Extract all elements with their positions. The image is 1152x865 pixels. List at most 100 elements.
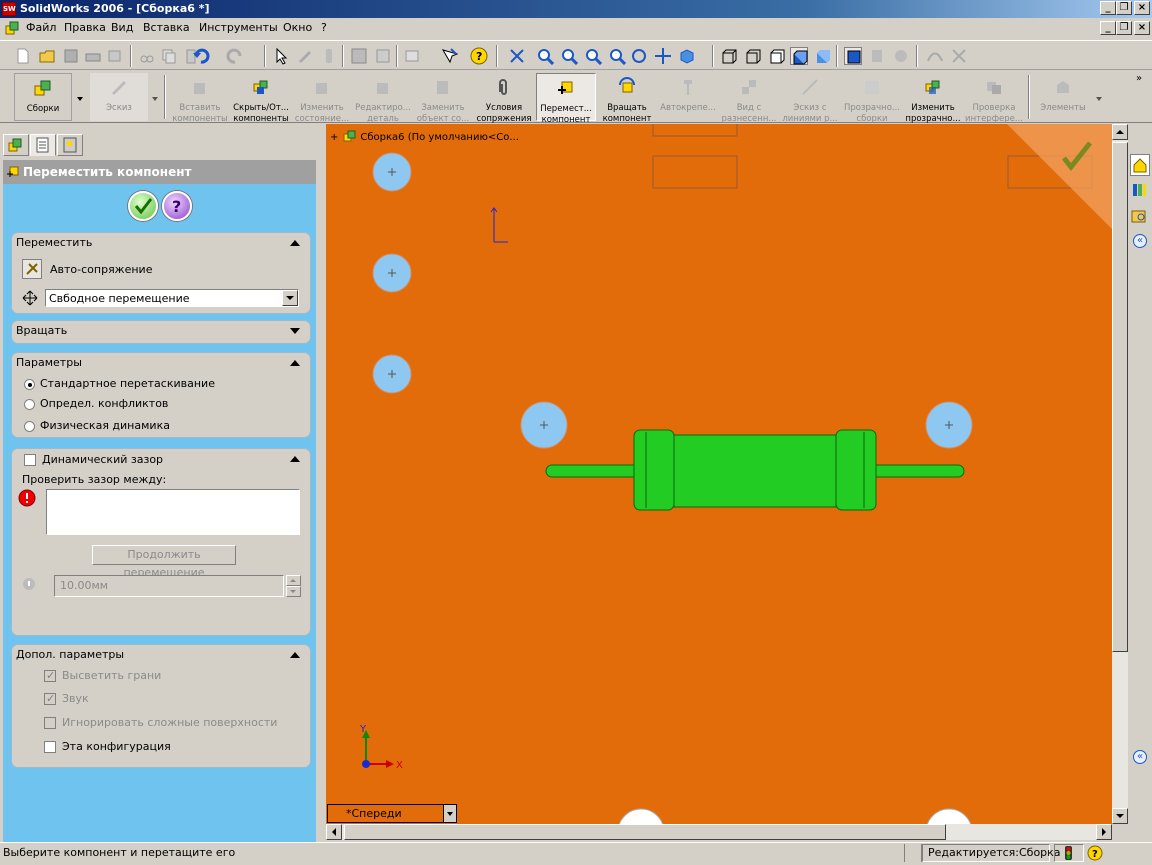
- resistor-component[interactable]: [545, 429, 965, 511]
- help-button[interactable]: ?: [162, 191, 192, 221]
- ignore-complex-surfaces-checkbox[interactable]: [44, 717, 56, 729]
- design-library-icon[interactable]: [1130, 180, 1150, 202]
- expand-rotate-icon[interactable]: [290, 328, 300, 334]
- curves-icon[interactable]: [926, 47, 944, 65]
- menu-window[interactable]: Окно: [283, 21, 312, 34]
- sketch-dropdown-arrow[interactable]: [150, 73, 160, 121]
- mate-reference-icon[interactable]: [950, 47, 968, 65]
- rotate-group[interactable]: Вращать: [11, 320, 311, 344]
- doc-minimize-button[interactable]: _: [1100, 21, 1116, 35]
- menu-insert[interactable]: Вставка: [143, 21, 190, 34]
- rotate-component-button[interactable]: Вращать компонент: [598, 73, 656, 124]
- physical-dynamics-radio[interactable]: [24, 421, 35, 432]
- confirmation-corner[interactable]: [1007, 124, 1112, 229]
- collapse-advanced-icon[interactable]: [290, 652, 300, 658]
- property-manager-tab[interactable]: [30, 134, 56, 156]
- resume-drag-button[interactable]: Продолжить перемещение: [92, 545, 236, 579]
- cut-icon[interactable]: [138, 47, 156, 65]
- horizontal-scrollbar[interactable]: [326, 824, 1112, 840]
- rotate-view-icon[interactable]: [630, 47, 648, 65]
- restore-button[interactable]: ❐: [1116, 1, 1132, 15]
- print-icon[interactable]: [84, 47, 102, 65]
- view-orientation-icon[interactable]: [508, 47, 526, 65]
- expand-task-pane-icon[interactable]: «: [1133, 234, 1147, 248]
- configuration-manager-tab[interactable]: [57, 134, 83, 156]
- graphics-area[interactable]: Y X + Сборка6 (По умолчанию<Со... *Спере…: [326, 124, 1112, 824]
- properties-icon[interactable]: [374, 47, 392, 65]
- collapse-move-icon[interactable]: [290, 240, 300, 246]
- undo-icon[interactable]: [192, 47, 220, 65]
- clearance-components-list[interactable]: [46, 489, 300, 535]
- standard-views-icon[interactable]: [678, 47, 708, 65]
- redo-icon[interactable]: [226, 47, 254, 65]
- select-arrow-icon[interactable]: [272, 47, 290, 65]
- smartmates-button[interactable]: [22, 259, 42, 279]
- sketch-options-icon[interactable]: [404, 47, 434, 65]
- rebuild-icon[interactable]: [296, 47, 314, 65]
- move-component-button[interactable]: Перемест... компонент: [536, 73, 596, 125]
- doc-restore-button[interactable]: ❐: [1116, 21, 1132, 35]
- zoom-in-out-icon[interactable]: [584, 47, 603, 66]
- menu-view[interactable]: Вид: [111, 21, 133, 34]
- explode-line-sketch-button[interactable]: Эскиз с линиями р...: [780, 73, 840, 124]
- assemblies-tab-button[interactable]: Сборки: [14, 73, 72, 121]
- hide-show-components-button[interactable]: Скрыть/От... компоненты: [232, 73, 290, 124]
- help-icon[interactable]: ?: [470, 47, 488, 65]
- chevron-down-icon[interactable]: [282, 290, 298, 306]
- doc-close-button[interactable]: ×: [1134, 21, 1150, 35]
- rebuild-status[interactable]: [1054, 844, 1084, 862]
- assembly-transparency-button[interactable]: Прозрачно... сборки: [842, 73, 902, 124]
- smart-fasteners-button[interactable]: Автокрепе...: [658, 73, 718, 121]
- dynamic-clearance-checkbox[interactable]: [24, 454, 36, 466]
- move-mode-select[interactable]: Свбодное перемещение: [45, 289, 299, 307]
- menu-help[interactable]: ?: [321, 21, 327, 34]
- zoom-to-area-icon[interactable]: [560, 47, 579, 66]
- scroll-left-button[interactable]: [326, 824, 342, 840]
- shaded-with-edges-icon[interactable]: [790, 47, 808, 65]
- file-explorer-icon[interactable]: [1130, 206, 1150, 228]
- scroll-thumb[interactable]: [344, 824, 946, 840]
- chevron-down-icon[interactable]: [443, 805, 456, 822]
- pan-icon[interactable]: [654, 47, 672, 65]
- toolbar-overflow-icon[interactable]: »: [1136, 73, 1142, 84]
- interference-detection-button[interactable]: Проверка интерфере...: [964, 73, 1024, 124]
- hidden-lines-removed-icon[interactable]: [768, 47, 786, 65]
- open-icon[interactable]: [38, 47, 56, 65]
- change-suppression-button[interactable]: Изменить состояние...: [292, 73, 352, 124]
- change-transparency-button[interactable]: Изменить прозрачно...: [904, 73, 962, 124]
- save-icon[interactable]: [62, 47, 80, 65]
- collapse-options-icon[interactable]: [290, 360, 300, 366]
- sound-checkbox[interactable]: [44, 692, 56, 705]
- mate-button[interactable]: Условия сопряжения: [474, 73, 534, 124]
- edit-part-button[interactable]: Редактиро... деталь: [354, 73, 412, 124]
- realview-icon[interactable]: [892, 47, 910, 65]
- clearance-distance-input[interactable]: 10.00мм: [54, 575, 284, 597]
- copy-icon[interactable]: [160, 47, 178, 65]
- scroll-thumb[interactable]: [1112, 142, 1128, 652]
- section-view-icon[interactable]: [868, 47, 886, 65]
- scroll-right-button[interactable]: [1096, 824, 1112, 840]
- zoom-to-fit-icon[interactable]: [536, 47, 555, 66]
- options-icon[interactable]: [350, 47, 368, 65]
- select-filter-icon[interactable]: [440, 47, 459, 65]
- highlight-faces-checkbox[interactable]: [44, 669, 56, 682]
- menu-edit[interactable]: Правка: [64, 21, 106, 34]
- spin-down-button[interactable]: [286, 586, 301, 597]
- expand-tree-icon[interactable]: +: [330, 132, 340, 143]
- features-dropdown-arrow[interactable]: [1094, 73, 1104, 121]
- vertical-scrollbar[interactable]: [1112, 124, 1128, 824]
- replace-component-button[interactable]: Заменить объект со...: [414, 73, 472, 124]
- expand-task-pane-bottom-icon[interactable]: «: [1133, 750, 1147, 764]
- standard-drag-radio[interactable]: [24, 379, 35, 390]
- home-icon[interactable]: [1130, 154, 1150, 176]
- shaded-icon[interactable]: [814, 47, 832, 65]
- view-selector[interactable]: *Спереди: [327, 804, 457, 823]
- this-configuration-checkbox[interactable]: [44, 741, 56, 753]
- zoom-to-selection-icon[interactable]: [608, 47, 627, 66]
- feature-manager-tab[interactable]: [3, 134, 29, 156]
- sketch-tab-button[interactable]: Эскиз: [90, 73, 148, 121]
- shadows-icon[interactable]: [844, 47, 862, 65]
- menu-file[interactable]: Файл: [26, 21, 56, 34]
- traffic-light-icon[interactable]: [320, 47, 338, 65]
- features-tab-button[interactable]: Элементы: [1034, 73, 1092, 121]
